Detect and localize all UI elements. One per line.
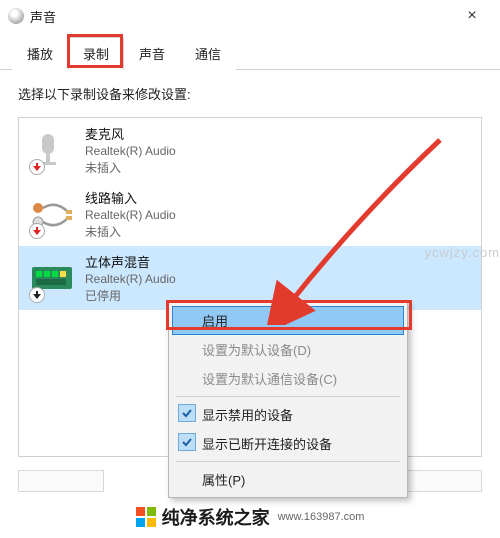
linein-icon xyxy=(29,191,75,237)
windows-icon xyxy=(136,507,156,527)
footer-brand: 纯净系统之家 www.163987.com xyxy=(0,504,500,530)
soundboard-icon xyxy=(29,255,75,301)
device-row-stereomix[interactable]: 立体声混音 Realtek(R) Audio 已停用 xyxy=(19,246,481,310)
menu-separator xyxy=(176,396,400,397)
device-name: 立体声混音 xyxy=(85,252,176,271)
status-badge-icon xyxy=(29,159,45,175)
tab-recording[interactable]: 录制 xyxy=(68,37,124,70)
menu-separator xyxy=(176,461,400,462)
device-status: 未插入 xyxy=(85,223,176,240)
microphone-icon xyxy=(29,127,75,173)
sound-sysicon xyxy=(8,8,24,24)
menu-properties[interactable]: 属性(P) xyxy=(172,465,404,494)
menu-label: 显示已断开连接的设备 xyxy=(202,437,332,452)
device-driver: Realtek(R) Audio xyxy=(85,272,176,286)
window-title: 声音 xyxy=(30,7,452,26)
device-driver: Realtek(R) Audio xyxy=(85,208,176,222)
close-button[interactable]: × xyxy=(452,2,492,30)
device-driver: Realtek(R) Audio xyxy=(85,144,176,158)
tab-playback[interactable]: 播放 xyxy=(12,37,68,70)
button-ghost[interactable] xyxy=(396,470,482,492)
tab-bar: 播放 录制 声音 通信 xyxy=(0,32,500,70)
tab-communications[interactable]: 通信 xyxy=(180,37,236,70)
tab-sounds[interactable]: 声音 xyxy=(124,37,180,70)
device-status: 已停用 xyxy=(85,287,176,304)
status-badge-icon xyxy=(29,287,45,303)
device-name: 麦克风 xyxy=(85,124,176,143)
brand-text: 纯净系统之家 xyxy=(162,504,270,530)
status-badge-icon xyxy=(29,223,45,239)
device-name: 线路输入 xyxy=(85,188,176,207)
menu-enable[interactable]: 启用 xyxy=(172,306,404,335)
instruction-text: 选择以下录制设备来修改设置: xyxy=(18,84,482,103)
menu-show-disconnected[interactable]: 显示已断开连接的设备 xyxy=(172,429,404,458)
device-row-mic[interactable]: 麦克风 Realtek(R) Audio 未插入 xyxy=(19,118,481,182)
menu-label: 显示禁用的设备 xyxy=(202,408,293,423)
device-row-linein[interactable]: 线路输入 Realtek(R) Audio 未插入 xyxy=(19,182,481,246)
check-icon xyxy=(178,433,196,451)
menu-set-default[interactable]: 设置为默认设备(D) xyxy=(172,335,404,364)
check-icon xyxy=(178,404,196,422)
device-status: 未插入 xyxy=(85,159,176,176)
titlebar: 声音 × xyxy=(0,0,500,32)
brand-sub: www.163987.com xyxy=(278,511,365,523)
context-menu: 启用 设置为默认设备(D) 设置为默认通信设备(C) 显示禁用的设备 显示已断开… xyxy=(168,302,408,498)
button-ghost[interactable] xyxy=(18,470,104,492)
menu-show-disabled[interactable]: 显示禁用的设备 xyxy=(172,400,404,429)
menu-set-default-comm[interactable]: 设置为默认通信设备(C) xyxy=(172,364,404,393)
